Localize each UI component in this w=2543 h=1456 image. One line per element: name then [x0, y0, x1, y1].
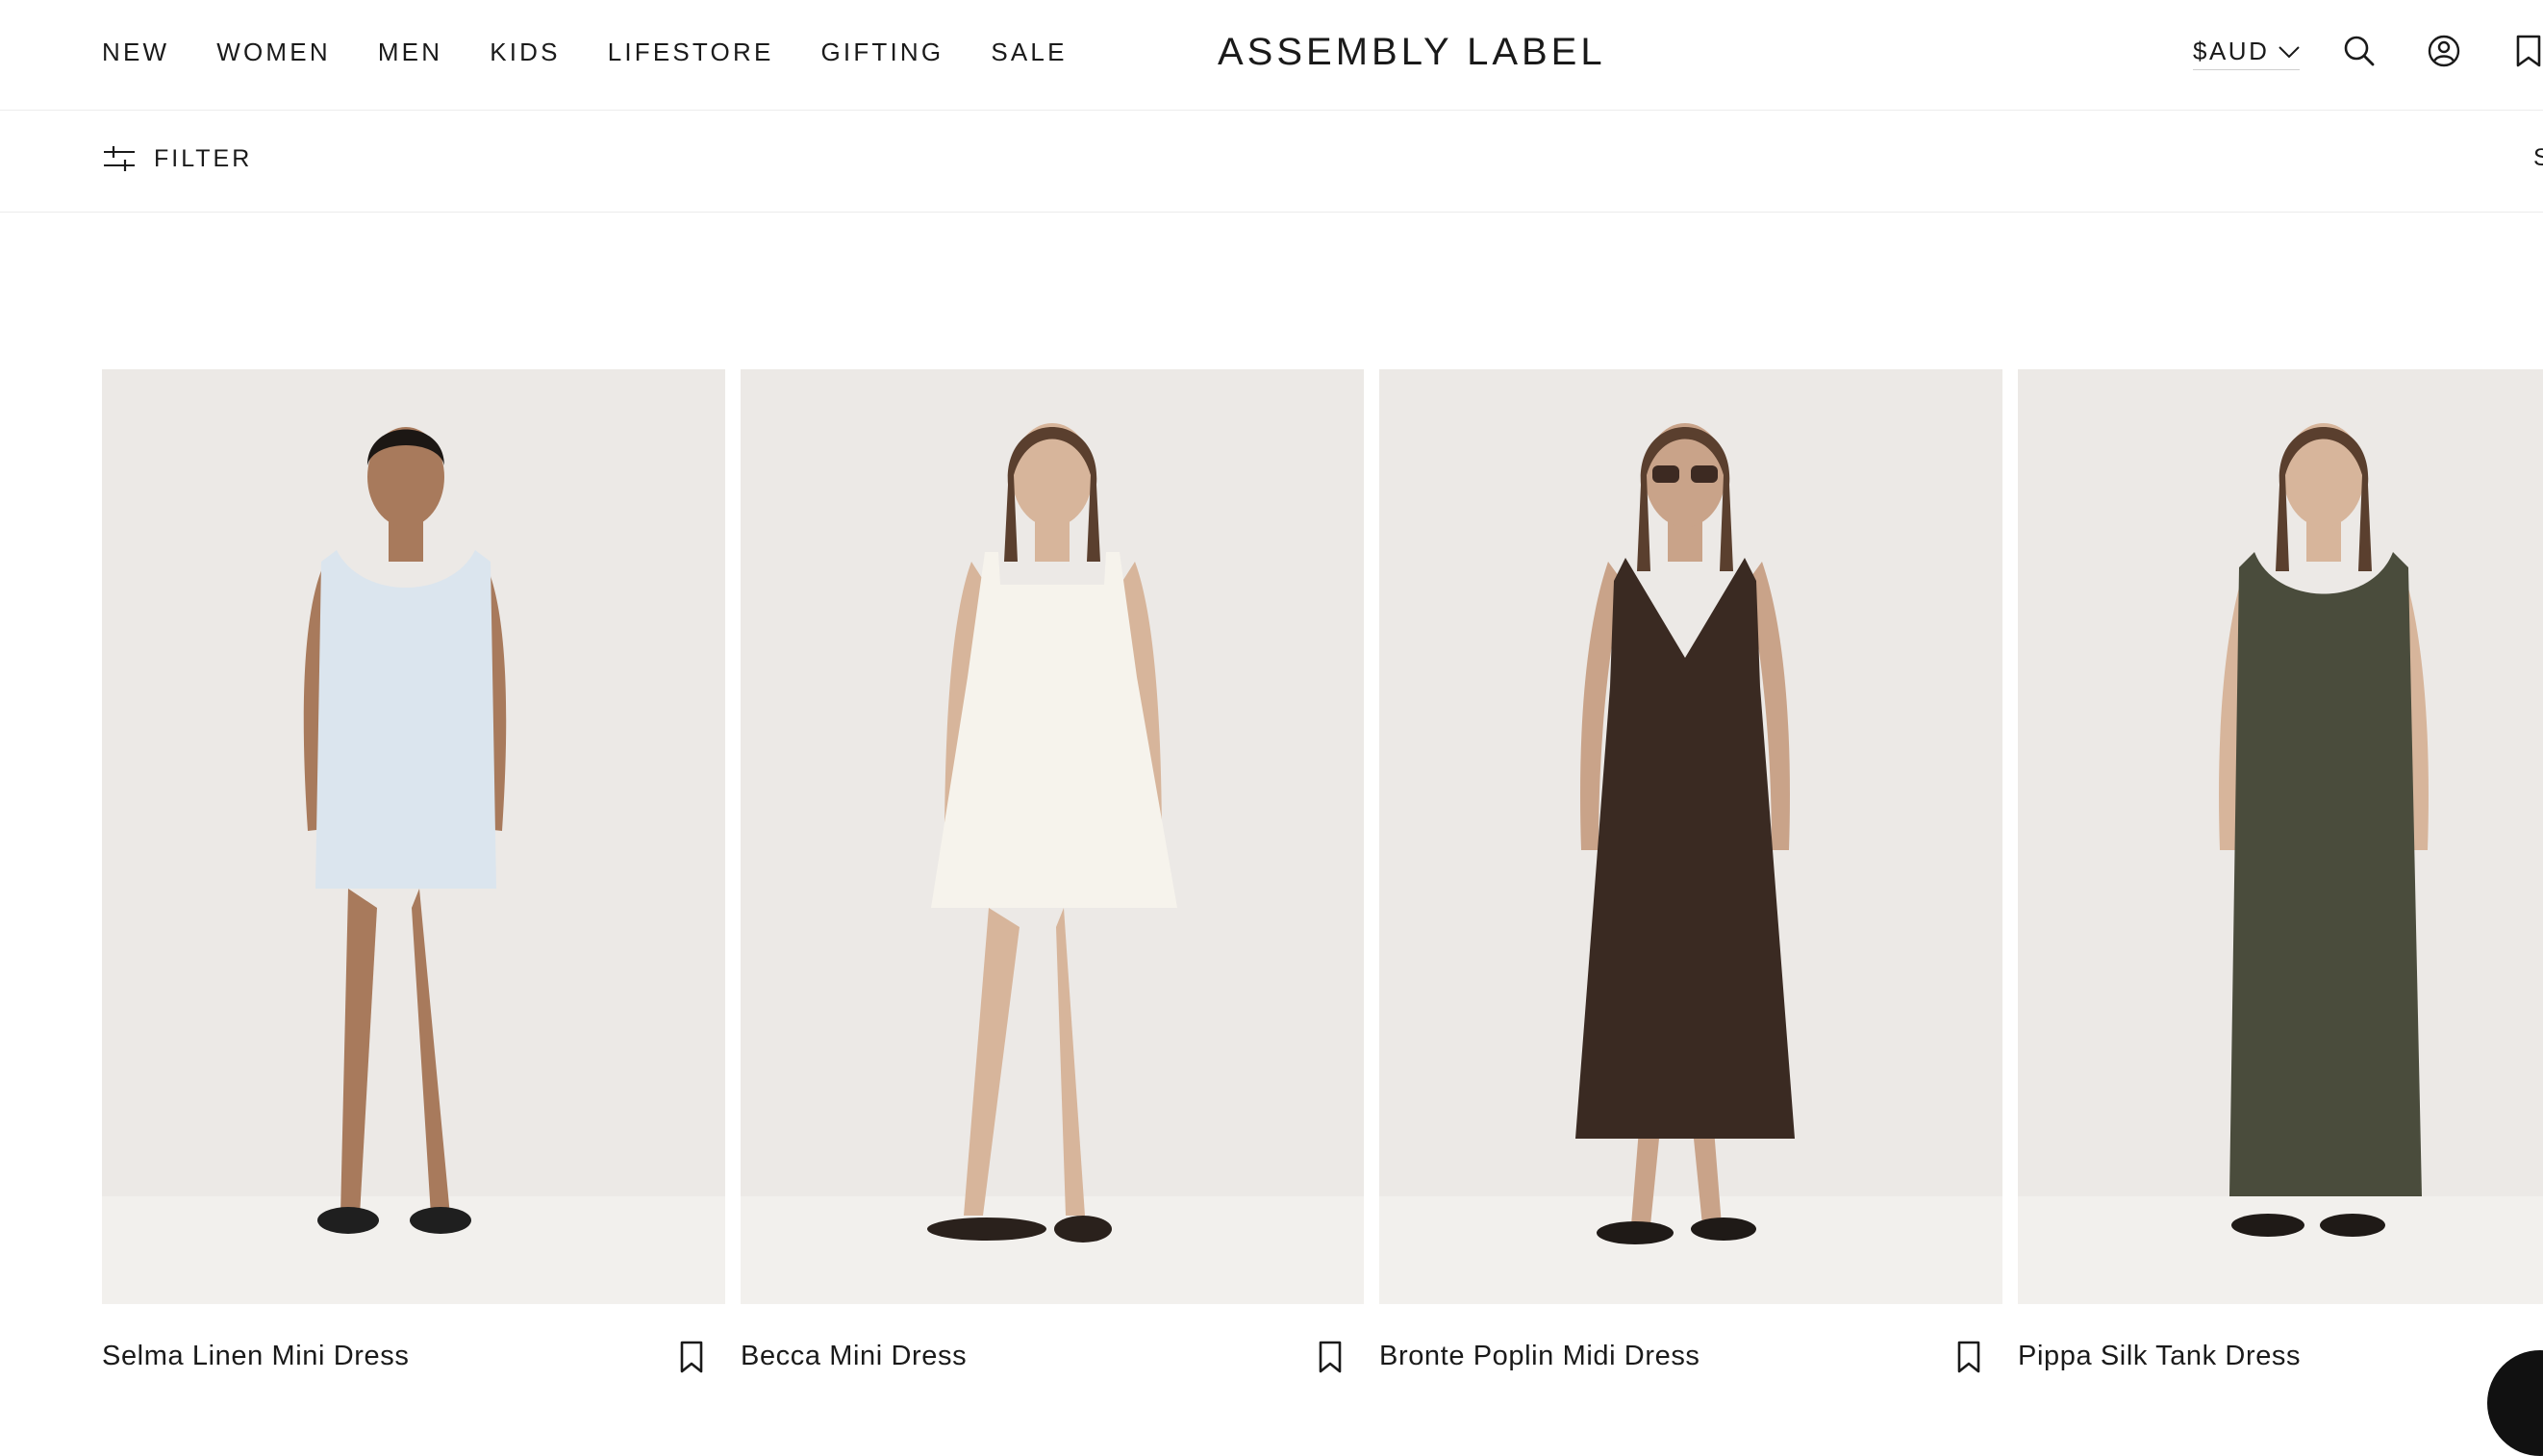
product-card[interactable]: Bronte Poplin Midi Dress — [1379, 369, 2002, 1373]
product-image[interactable] — [741, 369, 1364, 1304]
filter-label: FILTER — [154, 145, 253, 172]
model-photo — [2018, 369, 2543, 1304]
nav-item-women[interactable]: WOMEN — [216, 38, 331, 65]
nav-item-new[interactable]: NEW — [102, 38, 169, 65]
product-meta: Selma Linen Mini Dress — [102, 1339, 725, 1377]
site-header: NEW WOMEN MEN KIDS LIFESTORE GIFTING SAL… — [0, 0, 2543, 111]
search-icon[interactable] — [2343, 35, 2376, 67]
nav-item-sale[interactable]: SALE — [991, 38, 1067, 65]
product-card[interactable]: Becca Mini Dress — [741, 369, 1364, 1373]
product-name[interactable]: Pippa Silk Tank Dress — [2018, 1339, 2301, 1373]
bookmark-icon[interactable] — [679, 1341, 704, 1373]
product-meta: Pippa Silk Tank Dress — [2018, 1339, 2543, 1377]
filter-button[interactable]: FILTER — [102, 143, 252, 174]
bookmark-icon[interactable] — [1956, 1341, 1981, 1373]
product-name[interactable]: Selma Linen Mini Dress — [102, 1339, 409, 1373]
product-meta: Becca Mini Dress — [741, 1339, 1364, 1377]
sliders-icon — [104, 146, 135, 171]
nav-item-gifting[interactable]: GIFTING — [821, 38, 944, 65]
product-image[interactable] — [2018, 369, 2543, 1304]
nav-item-kids[interactable]: KIDS — [490, 38, 560, 65]
account-icon[interactable] — [2428, 35, 2460, 67]
product-card[interactable]: Pippa Silk Tank Dress — [2018, 369, 2543, 1371]
dress-shape — [2229, 552, 2422, 1196]
product-name[interactable]: Becca Mini Dress — [741, 1339, 967, 1373]
wishlist-icon[interactable] — [2512, 35, 2543, 67]
model-photo — [102, 369, 725, 1304]
bookmark-icon[interactable] — [1318, 1341, 1343, 1373]
product-image[interactable] — [102, 369, 725, 1304]
product-card[interactable]: Selma Linen Mini Dress — [102, 369, 725, 1373]
currency-selector[interactable]: $AUD — [2193, 37, 2301, 70]
nav-item-lifestore[interactable]: LIFESTORE — [608, 38, 774, 65]
currency-label: $AUD — [2193, 37, 2270, 65]
model-photo — [741, 369, 1364, 1304]
sort-button[interactable]: S — [2533, 144, 2543, 172]
model-photo — [1379, 369, 2002, 1304]
product-image[interactable] — [1379, 369, 2002, 1304]
nav-item-men[interactable]: MEN — [378, 38, 442, 65]
filter-bar: FILTER — [0, 111, 2543, 213]
product-name[interactable]: Bronte Poplin Midi Dress — [1379, 1339, 1700, 1373]
dress-shape — [315, 550, 496, 889]
chevron-down-icon — [2279, 45, 2301, 58]
product-meta: Bronte Poplin Midi Dress — [1379, 1339, 2002, 1377]
brand-logo[interactable]: ASSEMBLY LABEL — [1218, 31, 1606, 73]
main-nav: NEW WOMEN MEN KIDS LIFESTORE GIFTING SAL… — [102, 38, 1115, 65]
